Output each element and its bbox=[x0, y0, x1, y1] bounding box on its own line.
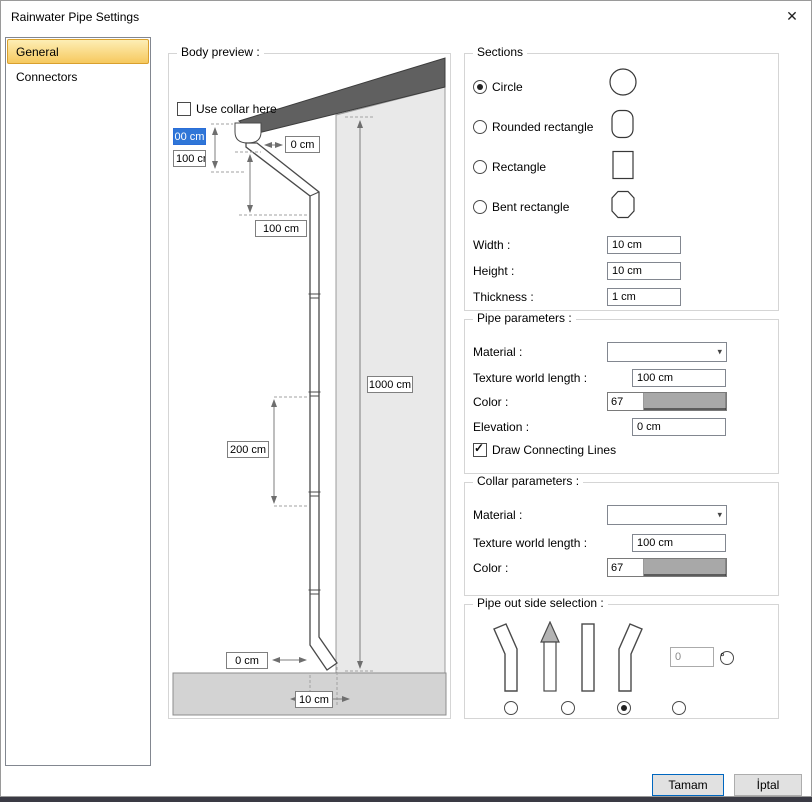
use-collar-checkbox[interactable]: Use collar here bbox=[177, 102, 277, 116]
collar-texture-length-label: Texture world length : bbox=[473, 536, 587, 550]
use-collar-label: Use collar here bbox=[196, 102, 277, 116]
pipe-out-bend-left-icon bbox=[491, 621, 529, 695]
pipe-out-bend-right-icon bbox=[607, 621, 645, 695]
collar-material-dropdown[interactable]: ▾ bbox=[607, 505, 727, 525]
pipe-out-side-group-label: Pipe out side selection : bbox=[473, 596, 608, 610]
pipe-color-swatch[interactable] bbox=[644, 393, 726, 410]
radio-rounded-rectangle-button[interactable] bbox=[473, 120, 487, 134]
sidebar: General Connectors bbox=[5, 37, 151, 766]
radio-circle-label: Circle bbox=[492, 80, 523, 94]
rectangle-section-icon bbox=[608, 150, 638, 180]
radio-circle[interactable]: Circle bbox=[473, 80, 523, 94]
check-icon: ✓ bbox=[474, 441, 484, 455]
draw-connecting-lines-label: Draw Connecting Lines bbox=[492, 443, 616, 457]
collar-material-label: Material : bbox=[473, 508, 522, 522]
dim-box-top-offset[interactable]: 0 cm bbox=[285, 136, 320, 153]
radio-rounded-rectangle[interactable]: Rounded rectangle bbox=[473, 120, 593, 134]
close-button[interactable]: ✕ bbox=[777, 4, 807, 28]
thickness-label: Thickness : bbox=[473, 290, 534, 304]
circle-section-icon bbox=[608, 67, 638, 97]
pipe-texture-length-input[interactable]: 100 cm bbox=[632, 369, 726, 387]
use-collar-checkbox-box[interactable] bbox=[177, 102, 191, 116]
pipe-elevation-input[interactable]: 0 cm bbox=[632, 418, 726, 436]
sidebar-item-connectors[interactable]: Connectors bbox=[7, 64, 149, 89]
thickness-input[interactable]: 1 cm bbox=[607, 288, 681, 306]
draw-connecting-lines-checkbox-box[interactable]: ✓ bbox=[473, 443, 487, 457]
pipe-material-dropdown[interactable]: ▾ bbox=[607, 342, 727, 362]
radio-bent-rectangle[interactable]: Bent rectangle bbox=[473, 200, 569, 214]
collar-color-swatch[interactable] bbox=[644, 559, 726, 576]
dim-box-wall-height[interactable]: 1000 cm bbox=[367, 376, 413, 393]
radio-bent-rectangle-label: Bent rectangle bbox=[492, 200, 569, 214]
height-label: Height : bbox=[473, 264, 514, 278]
pipe-out-radio-bend-right[interactable] bbox=[672, 701, 686, 715]
close-icon: ✕ bbox=[786, 8, 798, 25]
dim-box-bottom-elevation[interactable]: 0 cm bbox=[226, 652, 268, 669]
degree-symbol: ° bbox=[720, 650, 725, 664]
pipe-elevation-label: Elevation : bbox=[473, 420, 529, 434]
ok-button[interactable]: Tamam bbox=[652, 774, 724, 796]
pipe-material-label: Material : bbox=[473, 345, 522, 359]
width-input[interactable]: 10 cm bbox=[607, 236, 681, 254]
draw-connecting-lines-checkbox[interactable]: ✓ Draw Connecting Lines bbox=[473, 443, 616, 457]
collar-color-index: 67 bbox=[608, 559, 644, 576]
titlebar: Rainwater Pipe Settings ✕ bbox=[1, 1, 811, 31]
radio-rectangle[interactable]: Rectangle bbox=[473, 160, 546, 174]
radio-bent-rectangle-button[interactable] bbox=[473, 200, 487, 214]
sidebar-item-general[interactable]: General bbox=[7, 39, 149, 64]
collar-parameters-group-label: Collar parameters : bbox=[473, 474, 583, 488]
cancel-button[interactable]: İptal bbox=[734, 774, 802, 796]
window-title: Rainwater Pipe Settings bbox=[11, 10, 139, 24]
radio-rectangle-label: Rectangle bbox=[492, 160, 546, 174]
radio-circle-button[interactable] bbox=[473, 80, 487, 94]
pipe-out-radio-straight[interactable] bbox=[617, 701, 631, 715]
dim-input-active-value: 00 cm bbox=[174, 129, 205, 144]
pipe-parameters-group-label: Pipe parameters : bbox=[473, 311, 576, 325]
radio-rectangle-button[interactable] bbox=[473, 160, 487, 174]
collar-color-label: Color : bbox=[473, 561, 508, 575]
pipe-color-index: 67 bbox=[608, 393, 644, 410]
dialog-window: Rainwater Pipe Settings ✕ General Connec… bbox=[0, 0, 812, 797]
dim-box-segment-length[interactable]: 200 cm bbox=[227, 441, 269, 458]
chevron-down-icon: ▾ bbox=[717, 510, 722, 521]
sections-group: Sections Circle Rounded rectangle Rectan… bbox=[464, 53, 779, 311]
height-input[interactable]: 10 cm bbox=[607, 262, 681, 280]
pipe-out-angle-input[interactable]: 0 bbox=[670, 647, 714, 667]
collar-color-picker[interactable]: 67 bbox=[607, 558, 727, 577]
rounded-rectangle-section-icon bbox=[608, 109, 638, 139]
collar-parameters-group: Collar parameters : Material : ▾ Texture… bbox=[464, 482, 779, 596]
pipe-out-radio-taper[interactable] bbox=[561, 701, 575, 715]
dim-box-second[interactable]: 100 cm bbox=[173, 150, 206, 167]
pipe-color-label: Color : bbox=[473, 395, 508, 409]
pipe-out-radio-bend-left[interactable] bbox=[504, 701, 518, 715]
sections-group-label: Sections bbox=[473, 45, 527, 59]
gutter-shape bbox=[235, 123, 261, 143]
pipe-parameters-group: Pipe parameters : Material : ▾ Texture w… bbox=[464, 319, 779, 474]
taskbar-edge bbox=[0, 797, 812, 802]
pipe-out-straight-icon bbox=[569, 621, 607, 695]
width-label: Width : bbox=[473, 238, 510, 252]
dim-box-drop-height[interactable]: 100 cm bbox=[255, 220, 307, 237]
dim-input-active[interactable]: 00 cm bbox=[173, 128, 206, 145]
pipe-out-taper-icon bbox=[531, 621, 569, 695]
bent-rectangle-section-icon bbox=[608, 190, 638, 220]
collar-texture-length-input[interactable]: 100 cm bbox=[632, 534, 726, 552]
dim-box-out-offset[interactable]: 10 cm bbox=[295, 691, 333, 708]
radio-rounded-rectangle-label: Rounded rectangle bbox=[492, 120, 593, 134]
pipe-texture-length-label: Texture world length : bbox=[473, 371, 587, 385]
pipe-color-picker[interactable]: 67 bbox=[607, 392, 727, 411]
body-preview-group: Body preview : bbox=[168, 53, 451, 719]
chevron-down-icon: ▾ bbox=[717, 347, 722, 358]
pipe-out-side-group: Pipe out side selection : 0 ° bbox=[464, 604, 779, 719]
